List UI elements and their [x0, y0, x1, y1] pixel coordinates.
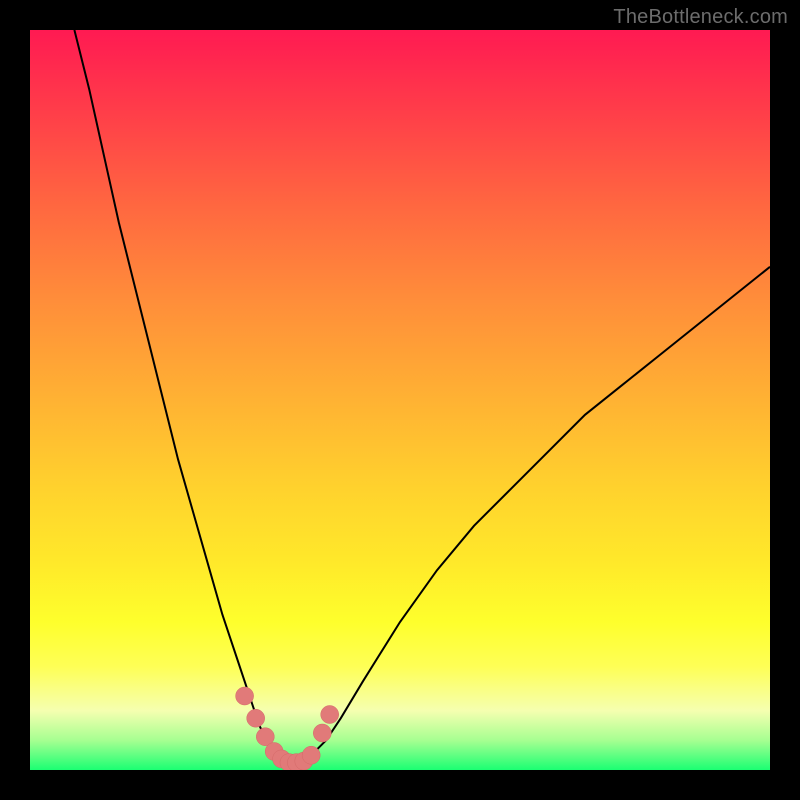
- bottleneck-curve: [74, 30, 770, 763]
- highlight-dot: [236, 687, 254, 705]
- highlight-dot: [247, 709, 265, 727]
- watermark-text: TheBottleneck.com: [613, 6, 788, 29]
- chart-overlay: [30, 30, 770, 770]
- highlight-dots-group: [236, 687, 339, 770]
- highlight-dot: [302, 746, 320, 764]
- highlight-dot: [321, 706, 339, 724]
- highlight-dot: [313, 724, 331, 742]
